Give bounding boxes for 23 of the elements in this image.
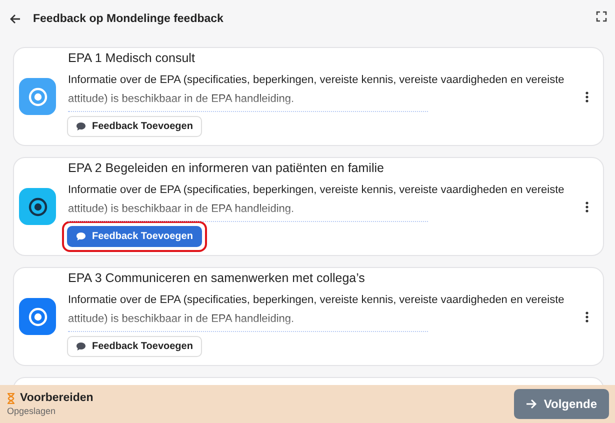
epa-title: EPA 1 Medisch consult [68,51,196,65]
fullscreen-icon[interactable] [596,11,607,22]
page-title: Feedback op Mondelinge feedback [33,12,224,24]
arrow-right-icon [526,399,537,409]
save-status: Opgeslagen [7,406,57,416]
more-options-icon[interactable] [585,310,589,322]
more-options-icon[interactable] [585,200,589,212]
speech-bubble-icon [76,342,86,351]
epa-title: EPA 3 Communiceren en samenwerken met collega’s [68,271,366,285]
add-feedback-button[interactable]: Feedback Toevoegen [67,336,202,357]
speech-bubble-icon [76,122,86,131]
epa-description: Informatie over de EPA (specificaties, beperkingen, vereiste kennis, vereiste vaardigheden en vereiste attitude) is beschikbaar in de EPA handleiding. [68,183,566,217]
status-label: Voorbereiden [20,392,94,404]
add-feedback-button[interactable]: Feedback Toevoegen [67,226,202,247]
epa-title: EPA 2 Begeleiden en informeren van patiënten en familie [68,161,385,175]
hourglass-icon [7,392,15,404]
epa-description: Informatie over de EPA (specificaties, beperkingen, vereiste kennis, vereiste vaardigheden en vereiste attitude) is beschikbaar in de EPA handleiding. [68,293,566,327]
epa-description: Informatie over de EPA (specificaties, beperkingen, vereiste kennis, vereiste vaardigheden en vereiste attitude) is beschikbaar in de EPA handleiding. [68,73,566,107]
add-feedback-button[interactable]: Feedback Toevoegen [67,116,202,137]
back-arrow-icon[interactable] [9,12,21,24]
more-options-icon[interactable] [585,90,589,102]
next-button[interactable]: Volgende [514,389,609,419]
speech-bubble-icon [76,232,86,241]
